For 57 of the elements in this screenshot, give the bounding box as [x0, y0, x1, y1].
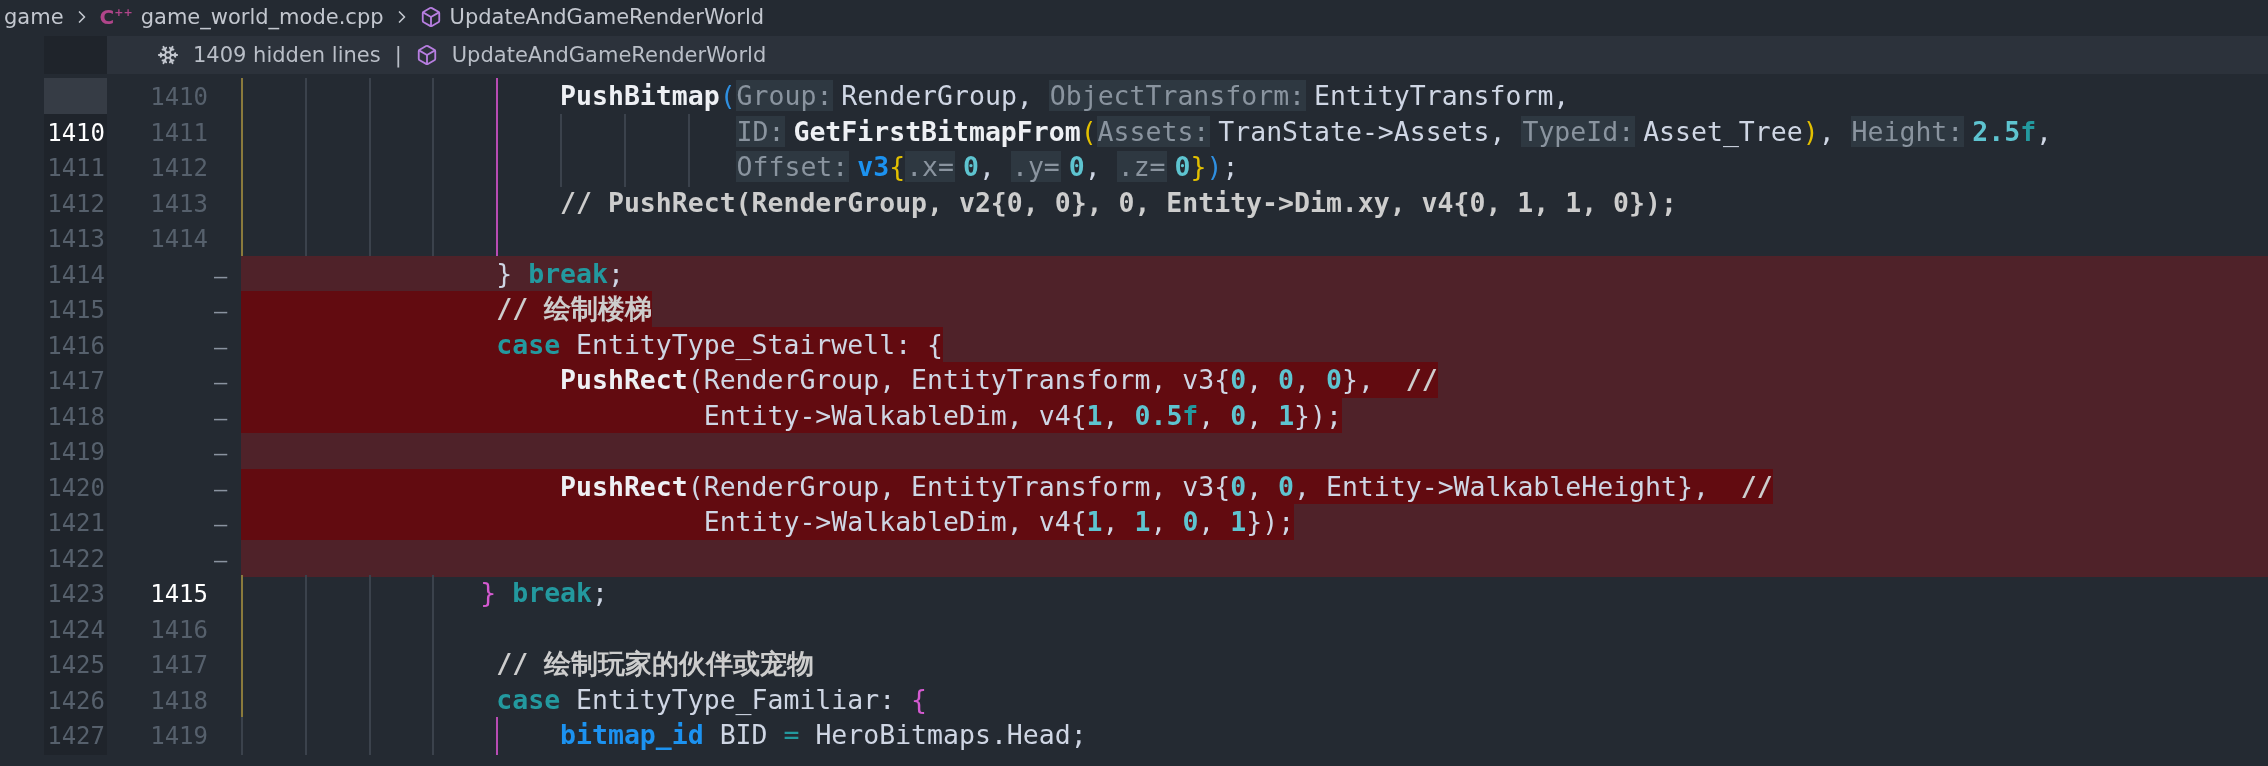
line-number: 1415: [47, 296, 105, 324]
hidden-lines-label[interactable]: 1409 hidden lines: [193, 43, 381, 67]
code-line: } break;: [495, 256, 624, 291]
line-number: 1418: [150, 686, 208, 715]
line-number: 1425: [47, 651, 105, 679]
line-number: 1421: [47, 509, 105, 537]
removed-marker: —: [213, 511, 228, 536]
unfold-icon[interactable]: [157, 44, 179, 66]
removed-marker: —: [213, 298, 228, 323]
code-line: ID: GetFirstBitmapFrom(Assets: TranState->Assets, TypeId: Asset_Tree), Height: 2.5f,: [735, 114, 2053, 149]
code-line: } break;: [480, 576, 608, 610]
code-line: // PushRect(RenderGroup, v2{0, 0}, 0, Entity->Dim.xy, v4{0, 1, 1, 0});: [559, 185, 1677, 220]
line-number: 1419: [150, 722, 208, 750]
line-number: 1414: [150, 225, 208, 253]
line-number: 1416: [47, 331, 105, 360]
removed-marker: —: [213, 369, 228, 394]
line-number: 1412: [150, 154, 208, 182]
line-number: 1419: [47, 438, 105, 466]
line-number: 1417: [47, 367, 105, 395]
line-number: 1414: [47, 260, 105, 289]
cube-icon: [415, 44, 438, 66]
line-number: 1424: [47, 615, 105, 644]
line-number: 1427: [47, 722, 105, 750]
line-number: 1416: [150, 615, 208, 644]
line-number: 1410: [150, 83, 208, 111]
line-number: 1413: [47, 225, 105, 253]
cube-icon: [419, 6, 442, 28]
line-number: 1417: [150, 651, 208, 679]
code-line: case EntityType_Familiar: {: [495, 682, 928, 717]
line-number: 1413: [150, 189, 208, 218]
removed-marker: —: [213, 333, 228, 359]
line-number: 1422: [47, 544, 105, 573]
symbol-label[interactable]: UpdateAndGameRenderWorld: [451, 43, 767, 67]
line-number: 1411: [150, 118, 208, 147]
line-number: 1412: [47, 189, 105, 218]
line-number: 1420: [47, 473, 105, 502]
code-line: bitmap_id BID = HeroBitmaps.Head;: [559, 718, 1087, 752]
removed-marker: —: [213, 546, 228, 572]
removed-marker: —: [213, 262, 228, 288]
line-number: 1418: [47, 402, 105, 431]
line-number: 1410: [47, 118, 105, 147]
removed-marker: —: [213, 404, 228, 430]
breadcrumb-item[interactable]: game: [4, 5, 64, 29]
cpp-file-icon: C$^{++}$: [99, 7, 133, 27]
breadcrumb-item[interactable]: game_world_mode.cpp: [140, 5, 384, 29]
code-line: PushBitmap(Group: RenderGroup, ObjectTransform: EntityTransform,: [559, 79, 1570, 113]
line-number: 1411: [47, 154, 105, 182]
line-number: 1423: [47, 580, 105, 608]
line-number: 1426: [47, 686, 105, 715]
code-line: Offset: v3{.x= 0, .y= 0, .z= 0});: [735, 150, 1239, 184]
code-line: // 绘制玩家的伙伴或宠物: [495, 647, 815, 681]
removed-marker: —: [213, 440, 228, 465]
breadcrumb-item[interactable]: UpdateAndGameRenderWorld: [449, 5, 765, 29]
separator-text: |: [394, 43, 402, 67]
removed-marker: —: [213, 475, 228, 501]
gutter-cell: [44, 78, 107, 116]
line-number: 1415: [150, 580, 208, 608]
